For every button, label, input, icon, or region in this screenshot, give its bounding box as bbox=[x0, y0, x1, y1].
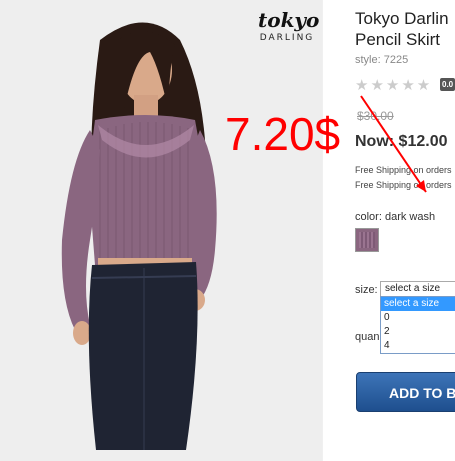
size-option[interactable]: 0 bbox=[381, 311, 455, 325]
product-title-line1: Tokyo Darlin bbox=[355, 9, 449, 28]
price-annotation: 7.20$ bbox=[225, 108, 341, 160]
size-dropdown-list[interactable]: select a size 0 2 4 bbox=[380, 296, 455, 354]
size-option[interactable]: select a size bbox=[381, 297, 455, 311]
size-label: size: bbox=[355, 284, 378, 296]
color-label: color: dark wash bbox=[355, 211, 436, 223]
brand-logo: tokyo DARLING bbox=[258, 8, 320, 43]
rating-stars[interactable]: ★★★★★ bbox=[355, 76, 432, 94]
column-divider bbox=[322, 0, 323, 461]
size-option[interactable]: 4 bbox=[381, 339, 455, 353]
product-title-line2: Pencil Skirt bbox=[355, 30, 441, 49]
quantity-label: quan bbox=[355, 331, 380, 343]
original-price: $30.00 bbox=[357, 109, 394, 123]
rating-badge: 0.0 bbox=[440, 78, 455, 91]
product-style-number: style: 7225 bbox=[355, 54, 409, 66]
model-illustration bbox=[0, 0, 322, 461]
brand-logo-top: tokyo bbox=[258, 8, 320, 32]
product-title: Tokyo Darlin Pencil Skirt bbox=[355, 8, 455, 50]
shipping-note[interactable]: Free Shipping on orders bbox=[355, 180, 452, 190]
size-select[interactable]: select a size bbox=[380, 281, 455, 297]
add-to-bag-button[interactable]: ADD TO BA bbox=[356, 372, 455, 412]
product-image: tokyo DARLING bbox=[0, 0, 322, 461]
brand-logo-bottom: DARLING bbox=[259, 33, 315, 43]
size-option[interactable]: 2 bbox=[381, 325, 455, 339]
color-swatch[interactable] bbox=[355, 228, 379, 252]
shipping-note[interactable]: Free Shipping on orders bbox=[355, 165, 452, 175]
sale-price: Now: $12.00 bbox=[355, 133, 448, 150]
